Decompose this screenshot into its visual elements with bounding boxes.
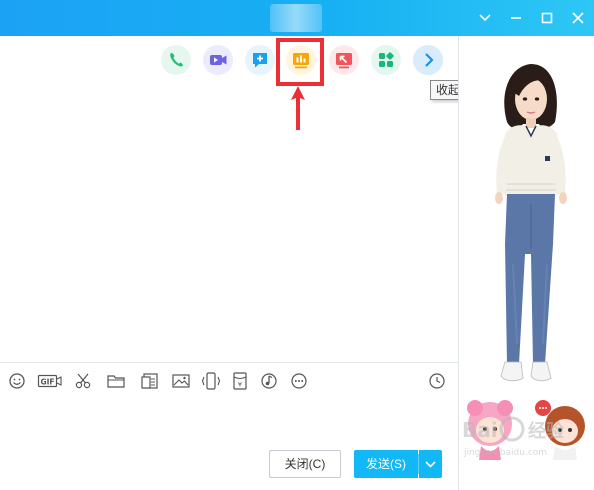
input-divider <box>0 362 458 363</box>
chevron-down-icon[interactable] <box>472 5 498 31</box>
svg-text:GIF: GIF <box>40 377 54 386</box>
minimize-icon[interactable] <box>503 5 529 31</box>
baidu-watermark: Bai 经验 jingyan.baidu.com <box>462 416 565 458</box>
emoji-icon[interactable] <box>6 370 28 392</box>
chat-window: 收起 GIF ¥ 关闭(C) 发送(S) Bai 经验 jingyan.baid… <box>0 0 594 490</box>
image-gallery-icon[interactable] <box>139 370 161 392</box>
chevron-right-icon[interactable] <box>413 45 443 75</box>
svg-text:jingyan.baidu.com: jingyan.baidu.com <box>463 448 547 458</box>
qq-show-avatar <box>495 64 567 382</box>
remote-assist-icon[interactable] <box>329 45 359 75</box>
send-options-button[interactable] <box>419 450 442 478</box>
video-icon[interactable] <box>203 45 233 75</box>
close-button[interactable]: 关闭(C) <box>269 450 341 478</box>
message-area[interactable] <box>0 36 458 362</box>
close-icon[interactable] <box>565 5 591 31</box>
apps-icon[interactable] <box>371 45 401 75</box>
arrow-up-icon <box>291 86 305 130</box>
shake-icon[interactable] <box>200 370 222 392</box>
maximize-icon[interactable] <box>534 5 560 31</box>
picture-icon[interactable] <box>170 370 192 392</box>
message-input[interactable] <box>0 396 458 446</box>
phone-icon[interactable] <box>161 45 191 75</box>
red-packet-icon[interactable]: ¥ <box>229 370 251 392</box>
svg-text:¥: ¥ <box>238 381 242 389</box>
send-button[interactable]: 发送(S) <box>354 450 418 478</box>
highlight-box <box>276 38 324 86</box>
more-icon[interactable] <box>288 370 310 392</box>
gif-icon[interactable]: GIF <box>37 370 63 392</box>
title-bar[interactable] <box>0 0 594 36</box>
svg-text:经验: 经验 <box>528 420 565 442</box>
svg-text:Bai: Bai <box>462 418 498 442</box>
clock-icon[interactable] <box>426 370 448 392</box>
contact-name-blurred <box>270 4 322 32</box>
folder-icon[interactable] <box>105 370 127 392</box>
chevron-down-icon <box>425 461 436 468</box>
chat-add-icon[interactable] <box>245 45 275 75</box>
scissors-icon[interactable] <box>72 370 94 392</box>
music-icon[interactable] <box>258 370 280 392</box>
